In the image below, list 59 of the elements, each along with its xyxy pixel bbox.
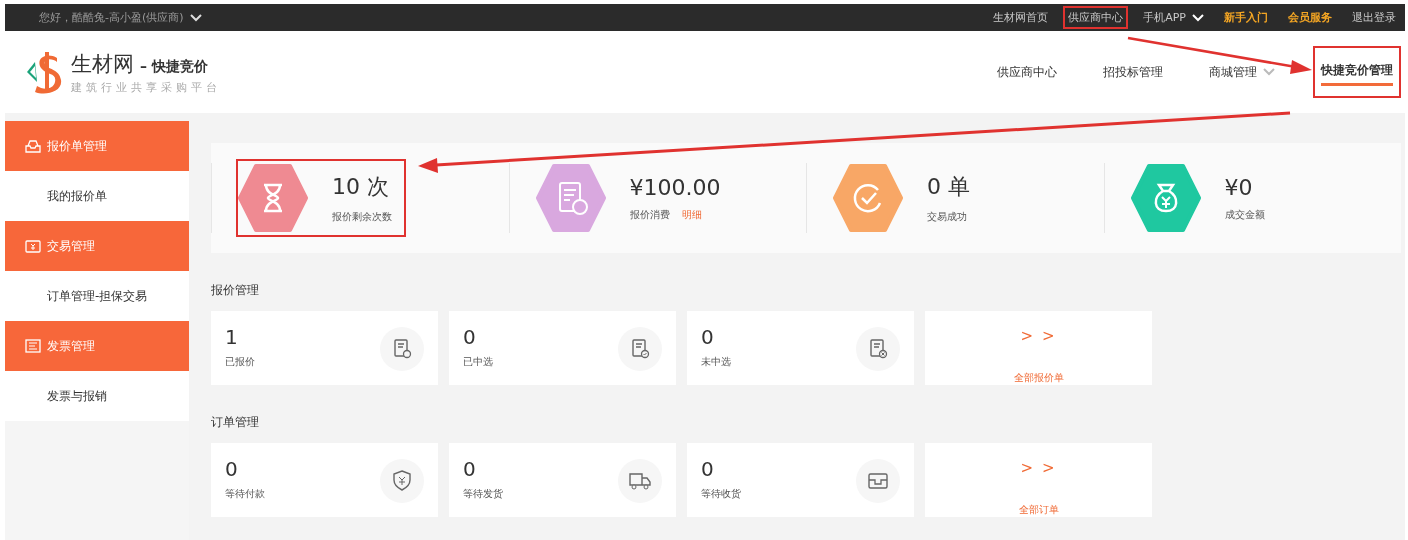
receipt-check-icon bbox=[618, 327, 662, 371]
top-link[interactable]: 会员服务 bbox=[1283, 6, 1337, 29]
chevron-down-icon bbox=[189, 13, 202, 22]
card-label: 未中选 bbox=[701, 355, 731, 369]
stat-label: 成交金额 bbox=[1224, 207, 1265, 222]
stat-value: ¥0 bbox=[1224, 174, 1254, 200]
card-label: 等待付款 bbox=[225, 487, 265, 501]
card-label: 等待发货 bbox=[463, 487, 503, 501]
nav-tab[interactable]: 招投标管理 bbox=[1095, 47, 1171, 97]
chevron-down-icon bbox=[1263, 68, 1275, 76]
stat-card[interactable]: 0 已中选 bbox=[449, 311, 676, 385]
nav-tab[interactable]: 供应商中心 bbox=[989, 47, 1065, 97]
logo-suffix: – 快捷竞价 bbox=[140, 57, 208, 76]
sidebar-item[interactable]: 订单管理-担保交易 bbox=[5, 271, 189, 321]
nav-tab[interactable]: 快捷竞价管理 bbox=[1313, 46, 1401, 98]
section-title: 报价管理 bbox=[211, 282, 259, 299]
top-link[interactable]: 退出登录 bbox=[1347, 6, 1401, 29]
stat-label: 报价剩余次数 bbox=[332, 210, 392, 224]
card-count: 0 bbox=[225, 457, 239, 481]
card-count: 0 bbox=[701, 457, 715, 481]
card-count: 0 bbox=[463, 325, 477, 349]
top-link[interactable]: 新手入门 bbox=[1219, 6, 1273, 29]
card-count: 1 bbox=[225, 325, 239, 349]
stat-card[interactable]: 0 等待收货 bbox=[687, 443, 914, 517]
stat-label: 交易成功 bbox=[927, 210, 967, 224]
logo-tagline: 建筑行业共享采购平台 bbox=[71, 79, 221, 95]
stat-label: 报价消费 bbox=[629, 207, 670, 222]
sidebar-item[interactable]: 发票与报销 bbox=[5, 371, 189, 421]
stat-card[interactable]: 0 未中选 bbox=[687, 311, 914, 385]
wallet-icon bbox=[25, 239, 41, 253]
invoice-icon bbox=[25, 339, 41, 353]
double-arrow-text: > > bbox=[1020, 459, 1057, 477]
logo-name: 生材网 bbox=[71, 50, 134, 78]
top-link[interactable]: 生材网首页 bbox=[988, 6, 1054, 29]
chevron-down-icon bbox=[1192, 13, 1204, 22]
stat-value: ¥100.00 bbox=[629, 174, 721, 200]
top-link[interactable]: 手机APP bbox=[1138, 6, 1209, 29]
greeting-text: 您好，酷酷兔-高小盈(供应商) bbox=[39, 10, 184, 25]
card-count: 0 bbox=[701, 325, 715, 349]
receipt-cross-icon bbox=[856, 327, 900, 371]
card-count: 0 bbox=[463, 457, 477, 481]
card-label: 已中选 bbox=[463, 355, 493, 369]
stat-card[interactable]: 1 已报价 bbox=[211, 311, 438, 385]
stat-card[interactable]: 0 等待付款 bbox=[211, 443, 438, 517]
stat-value: 0 单 bbox=[927, 173, 970, 201]
sidebar-item[interactable]: 我的报价单 bbox=[5, 171, 189, 221]
shield-icon bbox=[380, 459, 424, 503]
nav-tab[interactable]: 商城管理 bbox=[1201, 47, 1283, 97]
box-icon bbox=[856, 459, 900, 503]
card-label: 等待收货 bbox=[701, 487, 741, 501]
section-title: 订单管理 bbox=[211, 414, 259, 431]
receipt-icon bbox=[380, 327, 424, 371]
stat-value: 10 次 bbox=[332, 173, 390, 201]
card-label: 已报价 bbox=[225, 355, 255, 369]
truck-icon bbox=[618, 459, 662, 503]
tray-icon bbox=[25, 139, 41, 153]
stat-card[interactable]: 0 等待发货 bbox=[449, 443, 676, 517]
top-link[interactable]: 供应商中心 bbox=[1063, 6, 1129, 29]
double-arrow-text: > > bbox=[1020, 327, 1057, 345]
